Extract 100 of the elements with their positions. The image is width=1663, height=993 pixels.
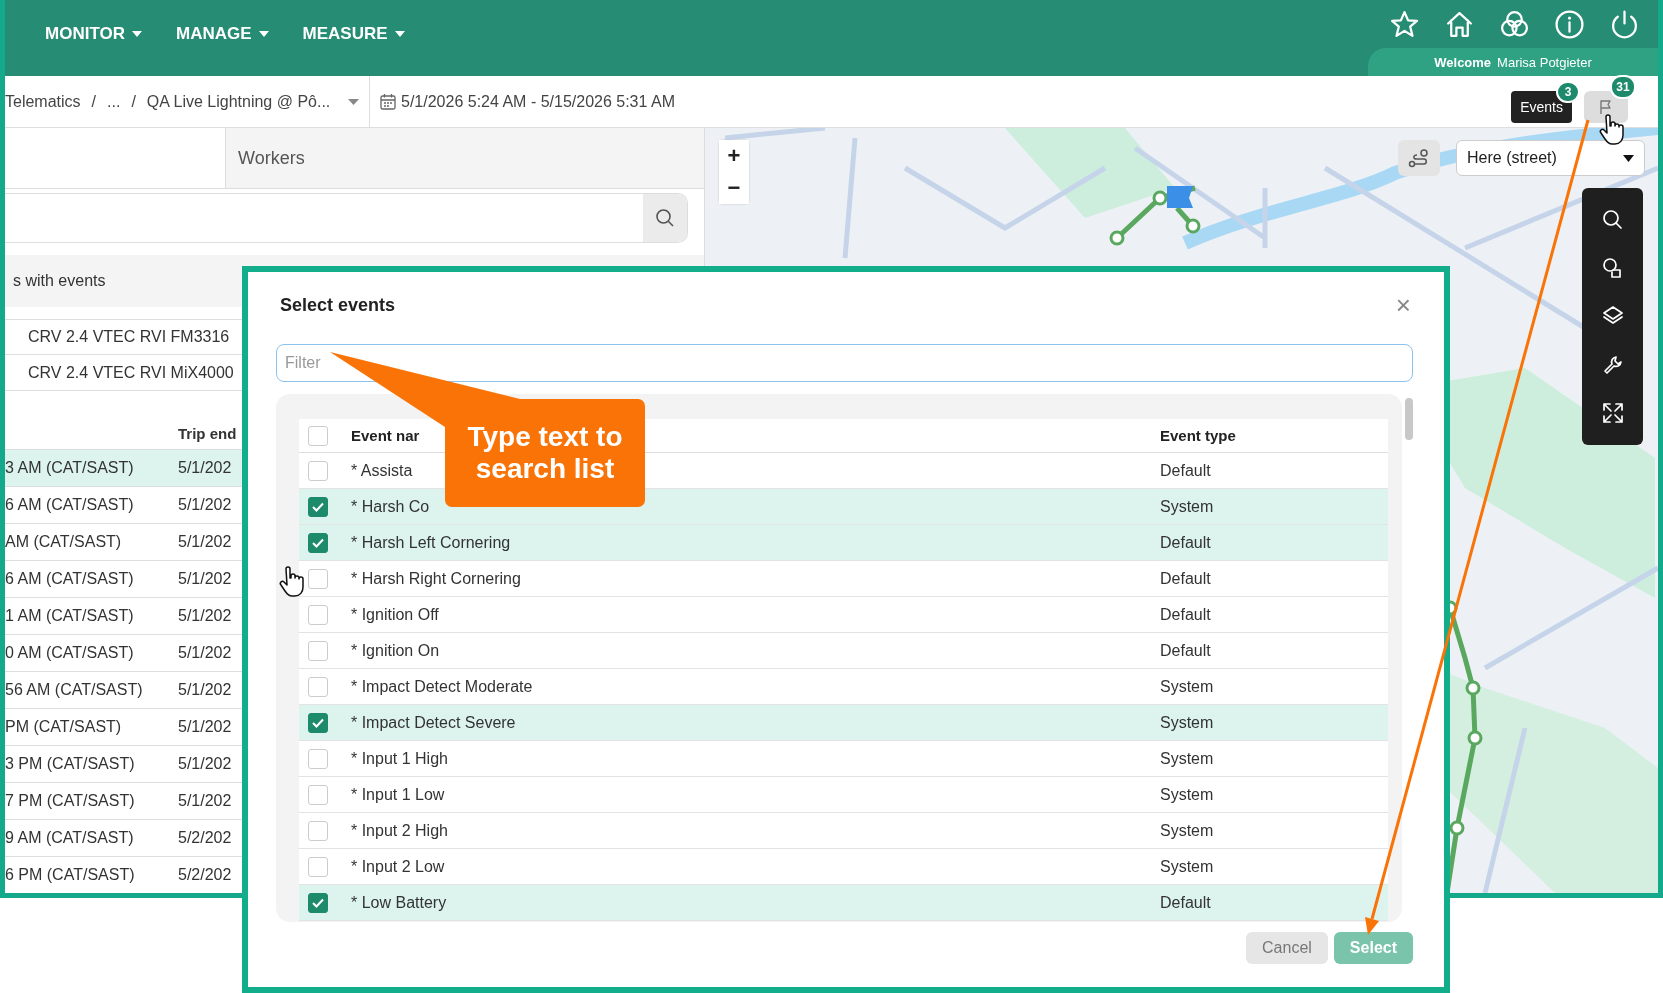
table-cell: 5/1/202 xyxy=(178,570,232,588)
table-cell: 0 AM (CAT/SAST) xyxy=(5,644,134,662)
check-icon xyxy=(312,537,324,548)
table-cell: * Input 2 High xyxy=(351,821,448,840)
search-icon xyxy=(655,208,675,228)
column-header: Event nar xyxy=(351,427,420,444)
fullscreen-icon xyxy=(1600,400,1625,425)
table-cell: 5/1/202 xyxy=(178,644,232,662)
checkbox[interactable] xyxy=(308,784,328,805)
breadcrumb-separator: / xyxy=(91,92,97,111)
table-cell: 9 AM (CAT/SAST) xyxy=(5,829,134,847)
menu-dropdown[interactable]: MANAGE xyxy=(175,20,269,48)
table-cell: 3 PM (CAT/SAST) xyxy=(5,755,135,773)
caret-icon xyxy=(1623,154,1634,162)
checkbox[interactable] xyxy=(308,892,328,913)
scrollbar[interactable] xyxy=(1405,398,1413,440)
table-cell: PM (CAT/SAST) xyxy=(5,718,122,736)
route-icon xyxy=(1408,148,1430,168)
checkbox[interactable] xyxy=(308,460,328,481)
table-cell: 56 AM (CAT/SAST) xyxy=(5,681,143,699)
table-cell: 6 PM (CAT/SAST) xyxy=(5,866,135,884)
check-icon xyxy=(312,717,324,728)
table-cell: * Impact Detect Moderate xyxy=(351,677,533,696)
breadcrumb-link[interactable]: ... xyxy=(107,92,121,111)
table-cell: 5/1/202 xyxy=(178,718,232,736)
user-name: Marisa Potgieter xyxy=(1497,54,1592,70)
table-cell: System xyxy=(1160,821,1214,840)
info-icon[interactable] xyxy=(1554,8,1585,40)
route-button[interactable] xyxy=(1398,140,1440,176)
map-type-dropdown[interactable]: Here (street) xyxy=(1456,140,1645,176)
checkbox[interactable] xyxy=(308,712,328,733)
table-cell: * Assista xyxy=(351,461,413,480)
table-cell: Default xyxy=(1160,569,1211,588)
table-cell: System xyxy=(1160,785,1214,804)
star-icon[interactable] xyxy=(1389,8,1420,40)
table-cell: System xyxy=(1160,749,1214,768)
checkbox[interactable] xyxy=(308,856,328,877)
calendar-icon[interactable] xyxy=(380,93,396,110)
zoom-out-button[interactable]: − xyxy=(719,172,749,204)
menu-dropdown[interactable]: MEASURE xyxy=(302,20,405,48)
checkbox[interactable] xyxy=(308,748,328,769)
table-cell: 5/2/202 xyxy=(178,866,232,884)
checkbox[interactable] xyxy=(308,496,328,517)
table-cell: 5/1/202 xyxy=(178,755,232,773)
cancel-button[interactable]: Cancel xyxy=(1246,932,1328,964)
table-cell: 5/1/202 xyxy=(178,681,232,699)
table-cell: 5/1/202 xyxy=(178,496,232,514)
zoom-in-button[interactable]: + xyxy=(719,140,749,172)
breadcrumb-link[interactable]: QA Live Lightning @ Pô... xyxy=(146,92,331,111)
breadcrumb-separator: / xyxy=(131,92,136,111)
table-cell: * Input 1 High xyxy=(351,749,448,768)
table-cell: Default xyxy=(1160,533,1211,552)
table-cell: * Harsh Co xyxy=(351,497,430,516)
column-header: Trip end xyxy=(178,424,237,442)
table-cell: 6 AM (CAT/SAST) xyxy=(5,570,134,588)
table-cell: * Input 2 Low xyxy=(351,857,445,876)
table-cell: * Ignition Off xyxy=(351,605,439,624)
checkbox[interactable] xyxy=(308,604,328,625)
table-cell: 3 AM (CAT/SAST) xyxy=(5,459,134,477)
count-badge: 3 xyxy=(1556,80,1580,103)
table-cell: 5/1/202 xyxy=(178,607,232,625)
table-cell: 5/1/202 xyxy=(178,459,232,477)
table-cell: 5/2/202 xyxy=(178,829,232,847)
flag-icon xyxy=(1598,98,1614,115)
caret-icon[interactable] xyxy=(348,98,360,105)
table-cell: 1 AM (CAT/SAST) xyxy=(5,607,134,625)
checkbox[interactable] xyxy=(308,820,328,841)
table-cell: System xyxy=(1160,713,1214,732)
checkbox[interactable] xyxy=(308,532,328,553)
checkbox[interactable] xyxy=(308,676,328,697)
table-cell: System xyxy=(1160,677,1214,696)
table-cell: Default xyxy=(1160,605,1211,624)
table-cell: 6 AM (CAT/SAST) xyxy=(5,496,134,514)
close-button[interactable]: × xyxy=(1393,289,1413,321)
menu-dropdown[interactable]: MONITOR xyxy=(45,20,142,48)
breadcrumb-link[interactable]: Telematics xyxy=(5,92,81,111)
table-cell: 5/1/202 xyxy=(178,792,232,810)
checkbox[interactable] xyxy=(308,425,328,446)
power-icon[interactable] xyxy=(1609,8,1640,40)
table-cell: System xyxy=(1160,497,1214,516)
table-cell: * Harsh Left Cornering xyxy=(351,533,511,552)
checkbox[interactable] xyxy=(308,568,328,589)
table-cell: * Low Battery xyxy=(351,893,447,912)
table-cell: System xyxy=(1160,857,1214,876)
date-range[interactable]: 5/1/2026 5:24 AM - 5/15/2026 5:31 AM xyxy=(401,92,675,111)
caret-icon xyxy=(394,31,405,37)
tab[interactable]: Workers xyxy=(225,128,704,188)
filter-field[interactable]: Filter xyxy=(276,344,1413,382)
caret-icon xyxy=(258,31,269,37)
search-field[interactable] xyxy=(5,193,688,243)
caret-icon xyxy=(131,31,142,37)
table-cell: Default xyxy=(1160,641,1211,660)
column-header: Event type xyxy=(1160,427,1236,444)
dialog-title: Select events xyxy=(279,294,396,316)
welcome-label: Welcome xyxy=(1434,54,1492,70)
check-icon xyxy=(312,501,324,512)
table-cell: * Impact Detect Severe xyxy=(351,713,516,732)
table-cell: 5/1/202 xyxy=(178,533,232,551)
checkbox[interactable] xyxy=(308,640,328,661)
table-cell: * Input 1 Low xyxy=(351,785,445,804)
